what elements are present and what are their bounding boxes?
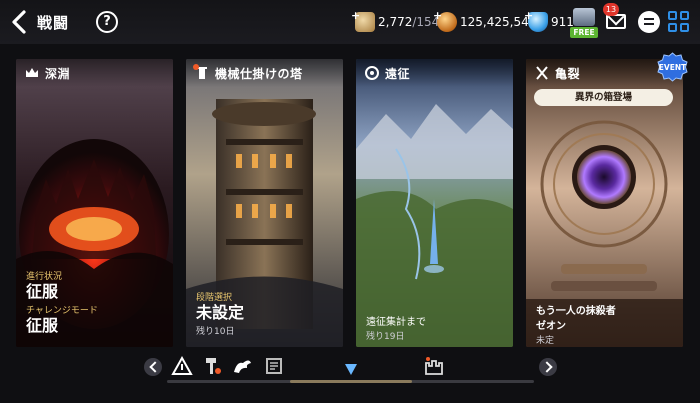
remaining-days: 残り10日	[196, 327, 235, 337]
event-badge[interactable]: EVENT	[656, 52, 689, 82]
stage-select-label: 段階選択	[196, 293, 233, 303]
free-shop-button[interactable]: FREE	[570, 6, 598, 38]
crystal-gem-icon: +	[524, 9, 548, 32]
nav-next-button[interactable]	[539, 358, 557, 376]
menu-grid-icon[interactable]	[668, 11, 690, 33]
abyss-icon	[26, 68, 38, 77]
mail-badge: 13	[603, 3, 619, 16]
gem-counter[interactable]: + 911	[524, 8, 574, 36]
card-title: 深淵	[45, 66, 71, 81]
nav-prev-button[interactable]	[144, 358, 162, 376]
abyss-card[interactable]: 深淵 進行状況 征服 チャレンジモード 征服	[16, 59, 173, 347]
card-footer: 段階選択 未設定 残り10日	[196, 290, 244, 337]
card-footer: 進行状況 征服 チャレンジモード 征服	[26, 269, 98, 335]
rift-icon	[536, 66, 548, 80]
expedition-card[interactable]: 遠征 遠征集計まで 残り19日	[356, 59, 513, 347]
scroll-stamina-icon: +	[351, 9, 375, 32]
gift-box-icon	[573, 8, 595, 26]
page-title: 戦闘	[37, 14, 70, 32]
crystal-marker-icon[interactable]	[340, 358, 362, 380]
warning-triangle-icon[interactable]	[171, 355, 193, 377]
gold-coin-icon: +	[433, 9, 457, 32]
stage-select-value: 未設定	[196, 303, 245, 322]
scroll-map-icon[interactable]	[263, 355, 285, 377]
card-footer: もう一人の抹殺者 ゼオン 未定	[536, 302, 616, 346]
progress-value: 征服	[26, 282, 59, 301]
free-label: FREE	[570, 27, 598, 38]
challenge-mode-value: 征服	[26, 316, 59, 335]
otherworld-box-banner: 異界の箱登場	[534, 89, 673, 106]
stamina-counter[interactable]: + 2,772 /154	[351, 8, 439, 36]
card-title: 機械仕掛けの塔	[215, 66, 303, 81]
clockwork-tower-card[interactable]: 機械仕掛けの塔 段階選択 未設定 残り10日	[186, 59, 343, 347]
rift-boss-label: もう一人の抹殺者	[536, 306, 616, 317]
card-footer: 遠征集計まで 残り19日	[366, 313, 426, 342]
chat-icon[interactable]	[638, 11, 660, 33]
challenge-mode-label: チャレンジモード	[26, 306, 98, 316]
expedition-artwork	[356, 59, 513, 347]
card-header: 遠征	[356, 59, 513, 87]
rift-boss-name: ゼオン	[536, 321, 566, 332]
chevron-left-icon[interactable]	[8, 9, 32, 35]
rift-status: 未定	[536, 336, 555, 346]
hammer-icon[interactable]	[201, 355, 223, 377]
rift-card[interactable]: 亀裂 異界の箱登場 もう一人の抹殺者 ゼオン 未定	[526, 59, 683, 347]
card-title: 遠征	[385, 66, 411, 81]
dragon-icon[interactable]	[231, 355, 253, 377]
mail-icon[interactable]	[606, 14, 626, 29]
stamina-value: 2,772	[378, 15, 413, 29]
card-header: 機械仕掛けの塔	[186, 59, 343, 87]
gold-counter[interactable]: + 125,425,540	[433, 8, 536, 36]
nav-scroll-thumb[interactable]	[290, 380, 412, 383]
nav-scroll-track[interactable]	[167, 380, 534, 383]
top-bar: 戦闘 ? + 2,772 /154 + 125,425,540 + 911 FR…	[0, 0, 700, 44]
notification-dot	[193, 64, 199, 70]
card-title: 亀裂	[555, 66, 581, 81]
castle-icon[interactable]	[423, 355, 445, 377]
event-label: EVENT	[659, 63, 687, 72]
help-button[interactable]: ?	[96, 11, 118, 33]
card-header: 深淵	[16, 59, 173, 87]
expedition-icon	[365, 66, 379, 80]
progress-label: 進行状況	[26, 272, 63, 282]
remaining-days: 残り19日	[366, 332, 405, 342]
expedition-tally-label: 遠征集計まで	[366, 317, 426, 328]
